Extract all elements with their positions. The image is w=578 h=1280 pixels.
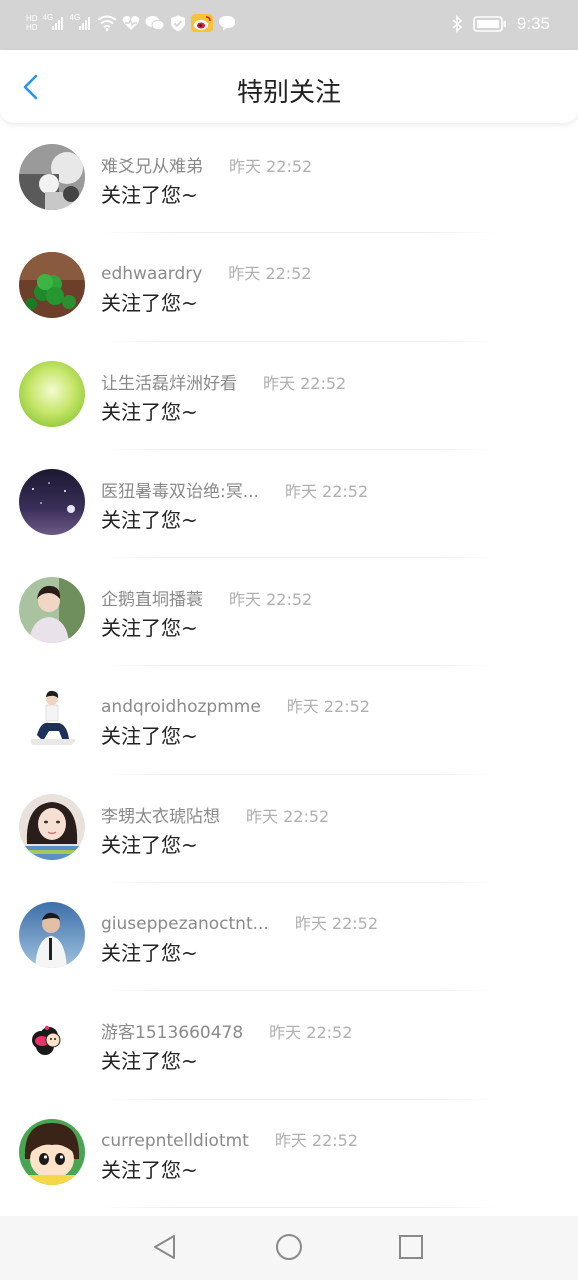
message-text: 关注了您~ — [101, 507, 198, 532]
hd-label: HD — [26, 14, 38, 23]
timestamp: 昨天 22:52 — [294, 914, 379, 934]
timestamp: 昨天 22:52 — [246, 806, 330, 826]
nav-recents-button[interactable] — [396, 1232, 426, 1262]
message-text: 关注了您~ — [101, 724, 198, 749]
wifi-icon — [96, 15, 117, 31]
message-text: 关注了您~ — [101, 1157, 198, 1182]
user-name: 企鹅直垌播蓑 — [101, 590, 203, 611]
message-text: 关注了您~ — [101, 399, 198, 424]
weibo-icon — [190, 14, 213, 32]
list-item[interactable]: 难爻兄从难弟 昨天 22:52 关注了您~ — [0, 125, 578, 234]
home-circle-icon — [276, 1234, 302, 1260]
user-name: 让生活磊烊洲好看 — [101, 373, 237, 394]
signal-icon: 4G — [70, 13, 92, 31]
timestamp: 昨天 22:52 — [228, 264, 312, 284]
user-name: currepntelldiotmt — [101, 1130, 249, 1151]
avatar[interactable] — [19, 468, 85, 535]
status-bar: HD HD 4G 4G 9:35 — [0, 0, 578, 50]
list-item[interactable]: 游客1513660478 昨天 22:52 关注了您~ — [0, 991, 578, 1100]
hd-label: HD — [26, 23, 38, 32]
message-text: 关注了您~ — [101, 291, 198, 316]
list-item[interactable]: andqroidhozpmme 昨天 22:52 关注了您~ — [0, 666, 578, 775]
user-name: 难爻兄从难弟 — [101, 157, 203, 177]
timestamp: 昨天 22:52 — [269, 1023, 353, 1043]
recents-square-icon — [399, 1235, 423, 1259]
nav-back-button[interactable] — [150, 1232, 180, 1262]
follow-list: 难爻兄从难弟 昨天 22:52 关注了您~ edhwaardry 昨天 22:5… — [0, 125, 578, 1208]
message-text: 关注了您~ — [101, 1049, 198, 1074]
user-name: edhwaardry — [101, 264, 203, 285]
avatar[interactable] — [19, 144, 85, 210]
hd-icon: HD HD — [26, 14, 38, 32]
title-bar: 特别关注 — [0, 50, 578, 123]
avatar[interactable] — [19, 577, 85, 644]
list-item[interactable]: edhwaardry 昨天 22:52 关注了您~ — [0, 233, 578, 342]
timestamp: 昨天 22:52 — [284, 481, 369, 501]
timestamp: 昨天 22:52 — [229, 157, 313, 176]
battery-icon — [473, 16, 506, 32]
user-name: 李甥太衣琥阽想 — [101, 806, 220, 827]
avatar[interactable] — [19, 685, 85, 752]
avatar[interactable] — [19, 360, 85, 427]
avatar[interactable] — [19, 902, 85, 969]
wechat-icon — [145, 16, 165, 31]
user-name: 游客1513660478 — [101, 1023, 244, 1044]
avatar[interactable] — [19, 252, 85, 319]
message-text: 关注了您~ — [101, 183, 198, 207]
status-left-icons: HD HD 4G 4G — [26, 13, 236, 32]
list-item[interactable]: 李甥太衣琥阽想 昨天 22:52 关注了您~ — [0, 775, 578, 884]
list-item[interactable]: currepntelldiotmt 昨天 22:52 关注了您~ — [0, 1100, 578, 1208]
page-title: 特别关注 — [236, 78, 341, 108]
divider — [101, 1206, 498, 1208]
list-item[interactable]: 医狃暑毒双诒绝:冥... 昨天 22:52 关注了您~ — [0, 450, 578, 559]
avatar[interactable] — [19, 1010, 85, 1077]
user-name: andqroidhozpmme — [101, 697, 261, 718]
timestamp: 昨天 22:52 — [286, 697, 370, 717]
back-triangle-icon — [154, 1235, 175, 1259]
message-icon — [218, 16, 235, 31]
list-item[interactable]: 让生活磊烊洲好看 昨天 22:52 关注了您~ — [0, 342, 578, 450]
health-icon — [122, 16, 139, 30]
signal-icon: 4G — [43, 13, 65, 31]
system-nav-bar — [0, 1216, 578, 1280]
timestamp: 昨天 22:52 — [263, 373, 347, 393]
list-item[interactable]: 企鹅直垌播蓑 昨天 22:52 关注了您~ — [0, 558, 578, 667]
avatar[interactable] — [19, 793, 85, 860]
clock-time: 9:35 — [516, 14, 550, 33]
shield-icon — [170, 15, 185, 31]
message-text: 关注了您~ — [101, 941, 198, 966]
bluetooth-icon — [452, 15, 463, 33]
timestamp: 昨天 22:52 — [274, 1130, 359, 1150]
nav-home-button[interactable] — [274, 1232, 304, 1262]
status-right-icons: 9:35 — [451, 14, 550, 34]
user-name: giuseppezanoctnt... — [101, 914, 269, 935]
timestamp: 昨天 22:52 — [229, 590, 313, 610]
list-item[interactable]: giuseppezanoctnt... 昨天 22:52 关注了您~ — [0, 883, 578, 992]
message-text: 关注了您~ — [101, 616, 198, 641]
user-name: 医狃暑毒双诒绝:冥... — [101, 481, 259, 502]
message-text: 关注了您~ — [101, 832, 198, 857]
avatar[interactable] — [19, 1118, 85, 1185]
